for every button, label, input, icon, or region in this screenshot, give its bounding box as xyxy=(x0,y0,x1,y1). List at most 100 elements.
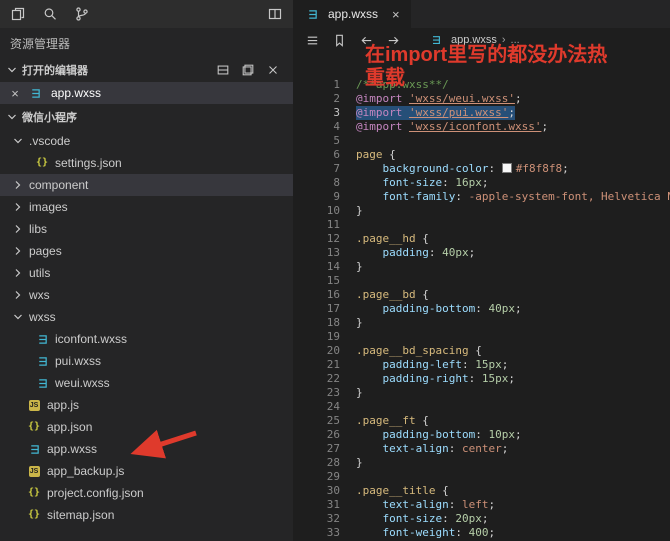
line-number: 17 xyxy=(326,302,340,315)
tree-file-app.json[interactable]: {} app.json xyxy=(0,416,293,438)
arrow-right-icon[interactable] xyxy=(385,32,401,48)
breadcrumb-separator: › xyxy=(501,34,506,46)
breadcrumb-more[interactable]: ... xyxy=(511,34,520,46)
json-file-icon: {} xyxy=(27,509,41,520)
code-line-7[interactable]: 7 background-color: #f8f8f8; xyxy=(293,162,670,176)
line-number: 22 xyxy=(326,372,340,385)
code-lines: 1/**app.wxss**/2 @import 'wxss/weui.wxss'… xyxy=(293,78,670,540)
project-name-label: 微信小程序 xyxy=(22,112,77,124)
code-line-12[interactable]: 12 .page__hd { xyxy=(293,232,670,246)
code-line-30[interactable]: 30 .page__title { xyxy=(293,484,670,498)
code-line-29[interactable]: 29 xyxy=(293,470,670,484)
code-line-31[interactable]: 31 text-align: left; xyxy=(293,498,670,512)
code-line-21[interactable]: 21 padding-left: 15px; xyxy=(293,358,670,372)
code-line-20[interactable]: 20 .page__bd_spacing { xyxy=(293,344,670,358)
line-number: 30 xyxy=(326,484,340,497)
line-number: 2 xyxy=(333,92,340,105)
tree-folder-images[interactable]: images xyxy=(0,196,293,218)
tree-item-label: wxs xyxy=(29,288,50,302)
code-line-23[interactable]: 23} xyxy=(293,386,670,400)
close-icon[interactable]: × xyxy=(9,87,21,100)
list-icon[interactable] xyxy=(304,32,320,48)
git-branch-icon[interactable] xyxy=(74,6,90,22)
code-line-6[interactable]: 6 page { xyxy=(293,148,670,162)
tree-file-sitemap.json[interactable]: {} sitemap.json xyxy=(0,504,293,526)
close-all-editors-icon[interactable] xyxy=(265,62,281,78)
code-line-14[interactable]: 14} xyxy=(293,260,670,274)
wxss-file-icon xyxy=(34,353,50,369)
code-line-2[interactable]: 2 @import 'wxss/weui.wxss'; xyxy=(293,92,670,106)
code-line-3[interactable]: 3 @import 'wxss/pui.wxss'; xyxy=(293,106,670,120)
code-line-9[interactable]: 9 font-family: -apple-system-font, Helve… xyxy=(293,190,670,204)
code-line-8[interactable]: 8 font-size: 16px; xyxy=(293,176,670,190)
bookmark-icon[interactable] xyxy=(331,32,347,48)
code-line-16[interactable]: 16 .page__bd { xyxy=(293,288,670,302)
tree-folder-component[interactable]: component xyxy=(0,174,293,196)
tree-folder-utils[interactable]: utils xyxy=(0,262,293,284)
code-line-33[interactable]: 33 font-weight: 400; xyxy=(293,526,670,540)
code-line-4[interactable]: 4 @import 'wxss/iconfont.wxss'; xyxy=(293,120,670,134)
code-line-15[interactable]: 15 xyxy=(293,274,670,288)
files-icon[interactable] xyxy=(10,6,26,22)
chevron-down-icon xyxy=(10,309,26,325)
arrow-left-icon[interactable] xyxy=(358,32,374,48)
chevron-right-icon xyxy=(10,265,26,281)
tree-item-label: weui.wxss xyxy=(55,376,110,390)
code-line-25[interactable]: 25 .page__ft { xyxy=(293,414,670,428)
split-editor-icon[interactable] xyxy=(267,6,283,22)
code-line-26[interactable]: 26 padding-bottom: 10px; xyxy=(293,428,670,442)
breadcrumb-file[interactable]: app.wxss xyxy=(451,34,497,46)
code-line-24[interactable]: 24 xyxy=(293,400,670,414)
line-number: 19 xyxy=(326,330,340,343)
open-editor-item-app-wxss[interactable]: × app.wxss xyxy=(0,82,293,104)
line-number: 3 xyxy=(333,106,340,119)
open-editors-header[interactable]: 打开的编辑器 xyxy=(0,58,293,82)
tree-folder-libs[interactable]: libs xyxy=(0,218,293,240)
tree-file-settings.json[interactable]: {} settings.json xyxy=(0,152,293,174)
chevron-right-icon xyxy=(10,177,26,193)
tab-close-icon[interactable]: × xyxy=(392,8,400,21)
search-icon[interactable] xyxy=(42,6,58,22)
tree-item-label: component xyxy=(29,178,89,192)
tree-folder-pages[interactable]: pages xyxy=(0,240,293,262)
line-number: 11 xyxy=(326,218,340,231)
code-line-13[interactable]: 13 padding: 40px; xyxy=(293,246,670,260)
tree-item-label: app.js xyxy=(47,398,80,412)
code-line-5[interactable]: 5 xyxy=(293,134,670,148)
tree-file-project.config.json[interactable]: {} project.config.json xyxy=(0,482,293,504)
tree-file-pui.wxss[interactable]: pui.wxss xyxy=(0,350,293,372)
tree-folder-.vscode[interactable]: .vscode xyxy=(0,130,293,152)
tree-folder-wxs[interactable]: wxs xyxy=(0,284,293,306)
tree-file-app.wxss[interactable]: app.wxss xyxy=(0,438,293,460)
tree-file-iconfont.wxss[interactable]: iconfont.wxss xyxy=(0,328,293,350)
tree-folder-wxss[interactable]: wxss xyxy=(0,306,293,328)
line-number: 27 xyxy=(326,442,340,455)
code-line-32[interactable]: 32 font-size: 20px; xyxy=(293,512,670,526)
tree-item-label: app.json xyxy=(47,420,93,434)
line-number: 12 xyxy=(326,232,340,245)
tree-file-app.js[interactable]: JS app.js xyxy=(0,394,293,416)
code-line-1[interactable]: 1/**app.wxss**/ xyxy=(293,78,670,92)
line-number: 14 xyxy=(326,260,340,273)
open-editors-label: 打开的编辑器 xyxy=(22,65,88,77)
tree-item-label: images xyxy=(29,200,68,214)
code-line-17[interactable]: 17 padding-bottom: 40px; xyxy=(293,302,670,316)
wxss-file-icon xyxy=(34,375,50,391)
tree-item-label: .vscode xyxy=(29,134,71,148)
code-area[interactable]: 1/**app.wxss**/2 @import 'wxss/weui.wxss'… xyxy=(293,52,670,541)
project-section-header[interactable]: 微信小程序 xyxy=(0,104,293,130)
line-number: 16 xyxy=(326,288,340,301)
tab-app-wxss[interactable]: app.wxss × xyxy=(293,0,411,28)
code-line-10[interactable]: 10} xyxy=(293,204,670,218)
code-line-22[interactable]: 22 padding-right: 15px; xyxy=(293,372,670,386)
code-line-19[interactable]: 19 xyxy=(293,330,670,344)
save-all-icon[interactable] xyxy=(240,62,256,78)
color-swatch[interactable] xyxy=(501,163,512,173)
tree-file-weui.wxss[interactable]: weui.wxss xyxy=(0,372,293,394)
code-line-28[interactable]: 28} xyxy=(293,456,670,470)
toggle-layout-icon[interactable] xyxy=(215,62,231,78)
code-line-11[interactable]: 11 xyxy=(293,218,670,232)
tree-file-app_backup.js[interactable]: JS app_backup.js xyxy=(0,460,293,482)
code-line-27[interactable]: 27 text-align: center; xyxy=(293,442,670,456)
code-line-18[interactable]: 18} xyxy=(293,316,670,330)
